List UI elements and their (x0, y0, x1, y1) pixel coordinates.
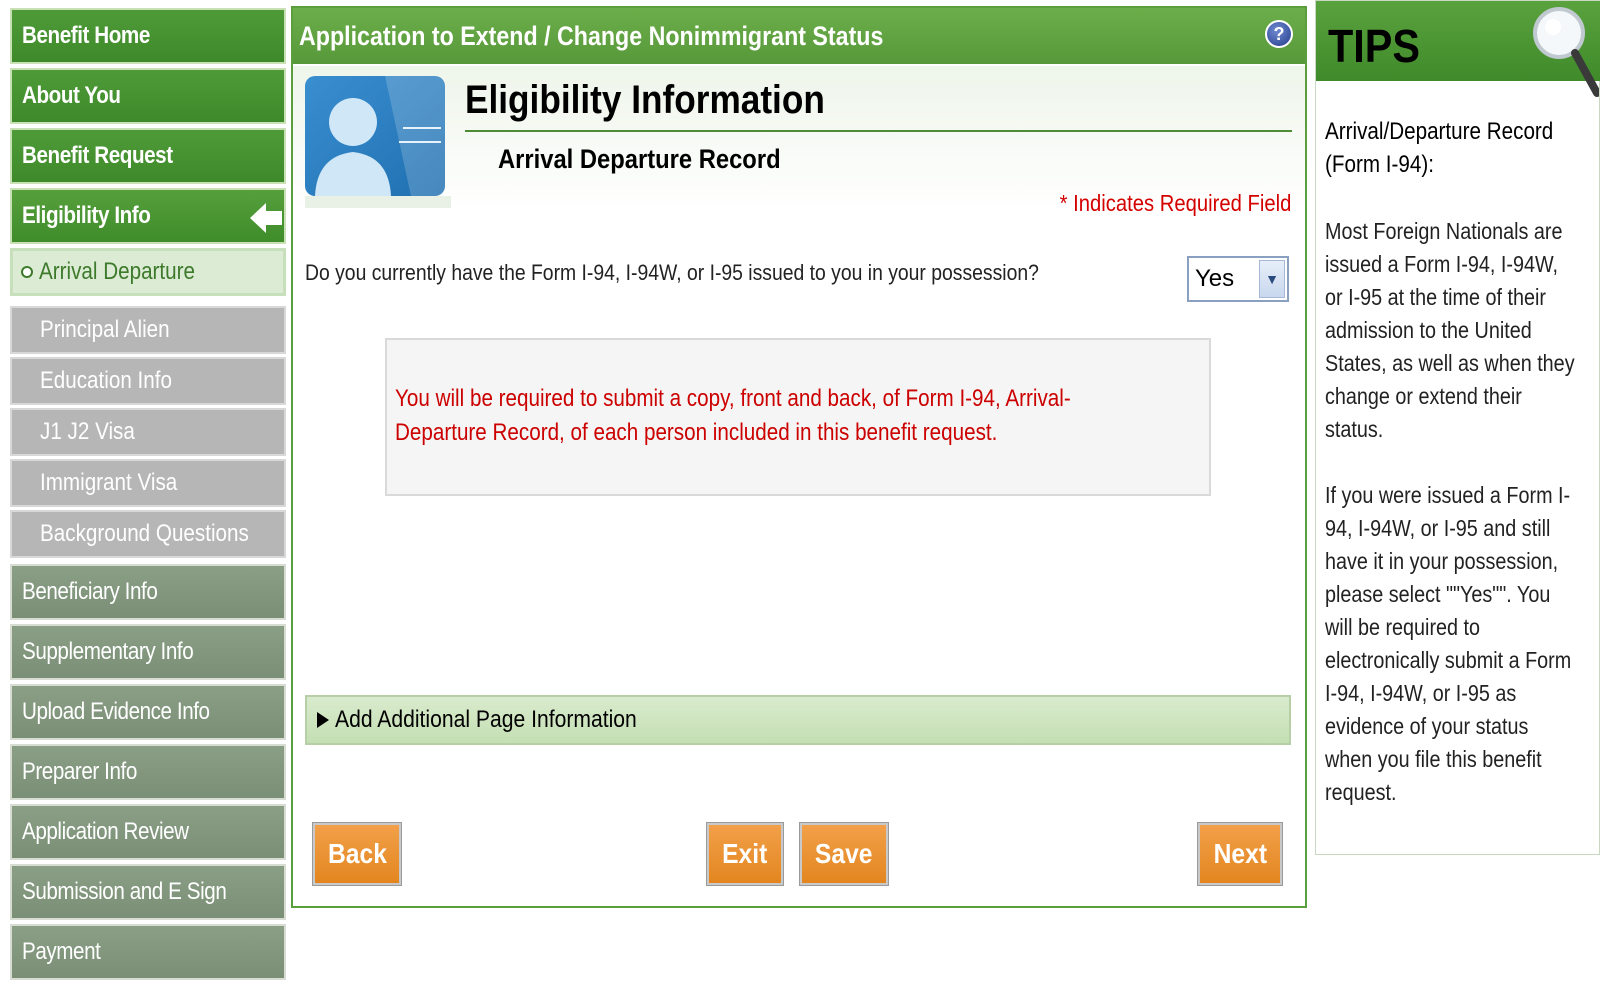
sidebar-subitem-label: Immigrant Visa (40, 469, 178, 496)
sidebar-item-label: Preparer Info (22, 758, 137, 785)
sidebar-item-label: Supplementary Info (22, 638, 194, 665)
sidebar-item-label: Submission and E Sign (22, 878, 227, 905)
exit-button-label: Exit (722, 838, 768, 869)
chevron-down-icon[interactable]: ▼ (1259, 260, 1285, 298)
requirement-info-box: You will be required to submit a copy, f… (385, 338, 1211, 496)
back-button-label: Back (327, 838, 387, 869)
tips-title: TIPS (1328, 20, 1421, 72)
sidebar-item-benefit-home[interactable]: Benefit Home (10, 8, 286, 64)
sidebar-item-about-you[interactable]: About You (10, 68, 286, 124)
title-divider (465, 130, 1292, 132)
main-panel: Application to Extend / Change Nonimmigr… (291, 6, 1307, 908)
sidebar-item-supplementary-info[interactable]: Supplementary Info (10, 624, 286, 680)
sidebar-subitem-label: Principal Alien (40, 316, 170, 343)
next-button[interactable]: Next (1198, 823, 1282, 885)
section-subtitle: Arrival Departure Record (498, 144, 781, 174)
sidebar-item-label: Benefit Request (22, 142, 173, 169)
sidebar-subitem-label: J1 J2 Visa (40, 418, 135, 445)
current-section-arrow-icon (250, 203, 282, 233)
sidebar-subitem-label: Arrival Departure (39, 258, 196, 285)
tips-paragraph: If you were issued a Form I-94, I-94W, o… (1325, 482, 1572, 805)
tips-heading: Arrival/Departure Record (Form I-94): (1325, 118, 1554, 178)
application-title: Application to Extend / Change Nonimmigr… (299, 20, 884, 51)
expand-triangle-icon (317, 712, 329, 728)
help-icon[interactable]: ? (1265, 20, 1293, 48)
sidebar-subitem-education-info[interactable]: Education Info (10, 357, 286, 405)
save-button[interactable]: Save (800, 823, 888, 885)
sidebar-subitem-label: Education Info (40, 367, 172, 394)
section-title-band: Eligibility Information Arrival Departur… (293, 66, 1305, 236)
back-button[interactable]: Back (313, 823, 401, 885)
sidebar-item-label: Application Review (22, 818, 189, 845)
tips-panel: TIPS Arrival/Departure Record (Form I-94… (1315, 0, 1600, 855)
sidebar-item-application-review[interactable]: Application Review (10, 804, 286, 860)
i94-possession-question: Do you currently have the Form I-94, I-9… (305, 260, 1039, 285)
sidebar-item-beneficiary-info[interactable]: Beneficiary Info (10, 564, 286, 620)
add-additional-info-label: Add Additional Page Information (335, 706, 637, 733)
exit-button[interactable]: Exit (707, 823, 783, 885)
sidebar-item-benefit-request[interactable]: Benefit Request (10, 128, 286, 184)
sidebar-item-submission-e-sign[interactable]: Submission and E Sign (10, 864, 286, 920)
select-value: Yes (1195, 265, 1235, 292)
sidebar-item-label: Upload Evidence Info (22, 698, 210, 725)
sidebar-item-label: Eligibility Info (22, 202, 151, 229)
section-title: Eligibility Information (465, 78, 825, 122)
sidebar-item-upload-evidence-info[interactable]: Upload Evidence Info (10, 684, 286, 740)
sidebar-subitem-j1-j2-visa[interactable]: J1 J2 Visa (10, 408, 286, 456)
sidebar-subitem-background-questions[interactable]: Background Questions (10, 510, 286, 558)
requirement-message: You will be required to submit a copy, f… (395, 385, 1071, 446)
required-field-note: * Indicates Required Field (1059, 190, 1291, 216)
sidebar-subitem-immigrant-visa[interactable]: Immigrant Visa (10, 459, 286, 507)
sidebar-item-label: Benefit Home (22, 22, 150, 49)
save-button-label: Save (815, 838, 873, 869)
application-header: Application to Extend / Change Nonimmigr… (293, 8, 1305, 64)
sidebar-item-payment[interactable]: Payment (10, 924, 286, 980)
next-button-label: Next (1213, 838, 1267, 869)
person-profile-icon (305, 76, 451, 208)
sidebar-subitem-principal-alien[interactable]: Principal Alien (10, 306, 286, 354)
sidebar-item-label: Payment (22, 938, 101, 965)
sidebar-item-label: Beneficiary Info (22, 578, 158, 605)
sidebar-subitem-arrival-departure[interactable]: Arrival Departure (10, 248, 286, 296)
i94-possession-select[interactable]: Yes ▼ (1187, 256, 1289, 302)
add-additional-info-toggle[interactable]: Add Additional Page Information (305, 695, 1291, 745)
sidebar-item-preparer-info[interactable]: Preparer Info (10, 744, 286, 800)
sidebar-subitem-label: Background Questions (40, 520, 249, 547)
magnifier-icon (1533, 7, 1599, 97)
sidebar-item-label: About You (22, 82, 121, 109)
sidebar-item-eligibility-info[interactable]: Eligibility Info (10, 188, 286, 244)
current-step-bullet-icon (21, 266, 33, 278)
tips-paragraph: Most Foreign Nationals are issued a Form… (1325, 218, 1575, 442)
